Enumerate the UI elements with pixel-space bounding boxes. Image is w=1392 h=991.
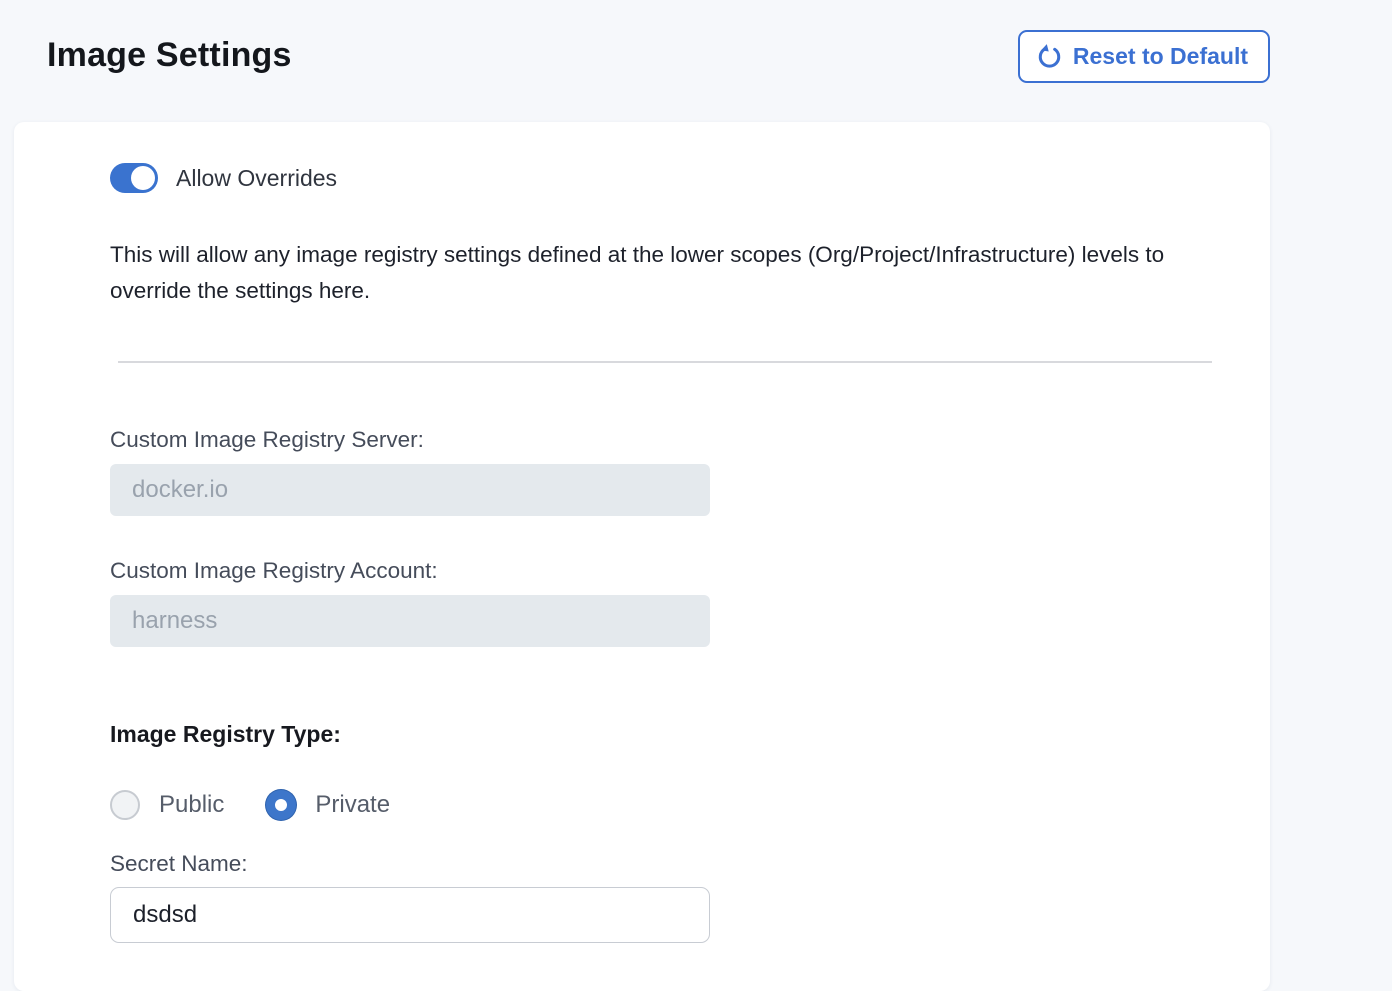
section-divider	[118, 361, 1212, 363]
allow-overrides-toggle[interactable]	[110, 163, 158, 193]
image-settings-card: Allow Overrides This will allow any imag…	[14, 122, 1270, 991]
secret-name-input[interactable]	[110, 887, 710, 943]
radio-public-label: Public	[159, 791, 224, 819]
registry-type-label: Image Registry Type:	[110, 721, 1270, 748]
allow-overrides-label: Allow Overrides	[176, 165, 337, 192]
radio-option-public[interactable]: Public	[110, 790, 224, 820]
registry-type-radio-group: Public Private	[110, 790, 1270, 820]
allow-overrides-row: Allow Overrides	[110, 163, 1270, 193]
reset-to-default-button[interactable]: Reset to Default	[1018, 30, 1270, 83]
secret-name-label: Secret Name:	[110, 851, 248, 876]
registry-account-input[interactable]	[110, 595, 710, 647]
registry-account-label: Custom Image Registry Account:	[110, 558, 438, 583]
registry-server-label: Custom Image Registry Server:	[110, 427, 424, 452]
reset-button-label: Reset to Default	[1073, 43, 1248, 70]
toggle-knob	[131, 166, 155, 190]
radio-option-private[interactable]: Private	[266, 790, 390, 820]
page-header: Image Settings Reset to Default	[14, 0, 1270, 122]
overrides-description: This will allow any image registry setti…	[110, 237, 1225, 309]
registry-account-field-group: Custom Image Registry Account:	[110, 558, 1270, 647]
page-title: Image Settings	[47, 30, 292, 75]
radio-private-icon[interactable]	[266, 790, 296, 820]
secret-name-field-group: Secret Name:	[110, 851, 1270, 943]
reset-ccw-icon	[1036, 43, 1063, 70]
registry-server-field-group: Custom Image Registry Server:	[110, 427, 1270, 516]
radio-public-icon[interactable]	[110, 790, 140, 820]
radio-private-label: Private	[315, 791, 390, 819]
registry-server-input[interactable]	[110, 464, 710, 516]
